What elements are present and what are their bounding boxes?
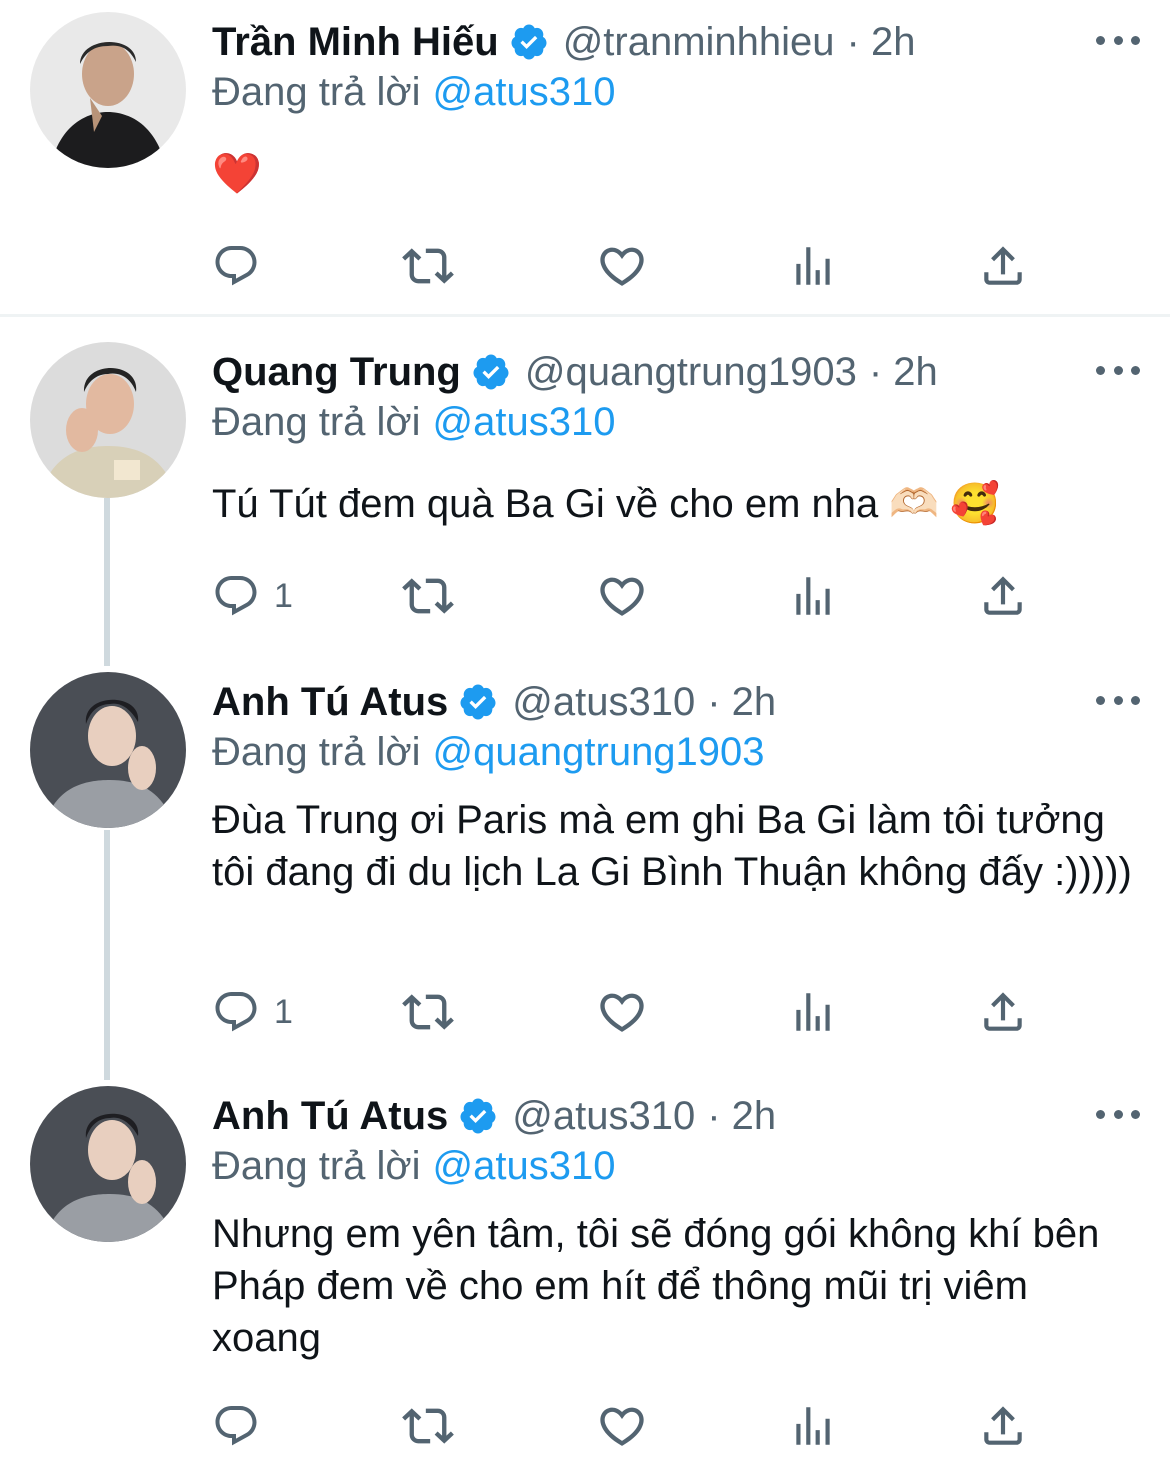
replying-prefix: Đang trả lời: [212, 1143, 421, 1188]
like-button[interactable]: [596, 236, 648, 296]
tweet-actions: [212, 236, 1112, 296]
verified-badge-icon: [458, 682, 498, 722]
replying-prefix: Đang trả lời: [212, 69, 421, 114]
reply-icon: [212, 1402, 260, 1450]
reply-button[interactable]: 1: [212, 982, 293, 1042]
views-button[interactable]: [788, 236, 838, 296]
like-icon: [596, 570, 648, 622]
retweet-icon: [402, 240, 454, 292]
reply-icon: [212, 572, 260, 620]
retweet-icon: [402, 570, 454, 622]
retweet-icon: [402, 1400, 454, 1452]
avatar[interactable]: [30, 342, 186, 498]
share-icon: [978, 1401, 1028, 1451]
verified-badge-icon: [509, 22, 549, 62]
username[interactable]: @quangtrung1903: [525, 350, 857, 395]
share-icon: [978, 571, 1028, 621]
views-icon: [788, 987, 838, 1037]
display-name[interactable]: Trần Minh Hiếu: [212, 20, 499, 65]
tweet-header: Anh Tú Atus @atus310 · 2h: [212, 1086, 776, 1146]
tweet-header: Trần Minh Hiếu @tranminhhieu · 2h: [212, 12, 915, 72]
tweet[interactable]: Anh Tú Atus @atus310 · 2h Đang trả lời @…: [0, 660, 1170, 1076]
verified-badge-icon: [458, 1096, 498, 1136]
verified-badge-icon: [471, 352, 511, 392]
tweet[interactable]: Trần Minh Hiếu @tranminhhieu · 2h Đang t…: [0, 0, 1170, 316]
reply-icon: [212, 988, 260, 1036]
tweet-text: Đùa Trung ơi Paris mà em ghi Ba Gi làm t…: [212, 798, 1132, 894]
username[interactable]: @atus310: [512, 1094, 695, 1139]
display-name[interactable]: Quang Trung: [212, 350, 461, 395]
tweet-text: Tú Tút đem quà Ba Gi về cho em nha 🫶🏻 🥰: [212, 482, 1001, 526]
views-button[interactable]: [788, 1396, 838, 1456]
like-icon: [596, 240, 648, 292]
views-icon: [788, 241, 838, 291]
avatar[interactable]: [30, 12, 186, 168]
like-button[interactable]: [596, 982, 648, 1042]
replying-to: Đang trả lời @atus310: [212, 64, 616, 120]
replying-to-mention[interactable]: @quangtrung1903: [433, 730, 765, 775]
views-icon: [788, 571, 838, 621]
like-icon: [596, 1400, 648, 1452]
timestamp[interactable]: · 2h: [847, 20, 916, 65]
tweet-header: Anh Tú Atus @atus310 · 2h: [212, 672, 776, 732]
username[interactable]: @atus310: [512, 680, 695, 725]
share-button[interactable]: [978, 1396, 1028, 1456]
replying-to-mention[interactable]: @atus310: [433, 400, 616, 445]
tweet-actions: [212, 1396, 1112, 1456]
replying-to: Đang trả lời @atus310: [212, 1138, 616, 1194]
reply-count: 1: [274, 576, 293, 615]
replying-to: Đang trả lời @atus310: [212, 394, 616, 450]
views-button[interactable]: [788, 982, 838, 1042]
replying-to-mention[interactable]: @atus310: [433, 1144, 616, 1189]
tweet[interactable]: Quang Trung @quangtrung1903 · 2h Đang tr…: [0, 330, 1170, 664]
tweet-divider: [0, 314, 1170, 317]
tweet-text: Nhưng em yên tâm, tôi sẽ đóng gói không …: [212, 1212, 1100, 1360]
share-button[interactable]: [978, 236, 1028, 296]
reply-button[interactable]: [212, 236, 274, 296]
replying-to: Đang trả lời @quangtrung1903: [212, 724, 765, 780]
like-icon: [596, 986, 648, 1038]
like-button[interactable]: [596, 1396, 648, 1456]
tweet-header: Quang Trung @quangtrung1903 · 2h: [212, 342, 938, 402]
timestamp[interactable]: · 2h: [707, 1094, 776, 1139]
views-button[interactable]: [788, 566, 838, 626]
username[interactable]: @tranminhhieu: [563, 20, 835, 65]
tweet[interactable]: Anh Tú Atus @atus310 · 2h Đang trả lời @…: [0, 1074, 1170, 1468]
share-button[interactable]: [978, 566, 1028, 626]
more-icon[interactable]: [1096, 692, 1140, 708]
reply-count: 1: [274, 992, 293, 1031]
share-icon: [978, 241, 1028, 291]
replying-prefix: Đang trả lời: [212, 399, 421, 444]
reply-button[interactable]: [212, 1396, 274, 1456]
more-icon[interactable]: [1096, 32, 1140, 48]
timestamp[interactable]: · 2h: [869, 350, 938, 395]
share-button[interactable]: [978, 982, 1028, 1042]
views-icon: [788, 1401, 838, 1451]
display-name[interactable]: Anh Tú Atus: [212, 1094, 448, 1139]
share-icon: [978, 987, 1028, 1037]
timestamp[interactable]: · 2h: [707, 680, 776, 725]
like-button[interactable]: [596, 566, 648, 626]
tweet-text: ❤️: [212, 152, 262, 196]
retweet-button[interactable]: [402, 982, 454, 1042]
reply-icon: [212, 242, 260, 290]
more-icon[interactable]: [1096, 1106, 1140, 1122]
avatar[interactable]: [30, 672, 186, 828]
replying-to-mention[interactable]: @atus310: [433, 70, 616, 115]
tweet-actions: 1: [212, 566, 1112, 626]
retweet-icon: [402, 986, 454, 1038]
retweet-button[interactable]: [402, 566, 454, 626]
display-name[interactable]: Anh Tú Atus: [212, 680, 448, 725]
retweet-button[interactable]: [402, 1396, 454, 1456]
avatar[interactable]: [30, 1086, 186, 1242]
more-icon[interactable]: [1096, 362, 1140, 378]
replying-prefix: Đang trả lời: [212, 729, 421, 774]
reply-button[interactable]: 1: [212, 566, 293, 626]
tweet-actions: 1: [212, 982, 1112, 1042]
retweet-button[interactable]: [402, 236, 454, 296]
